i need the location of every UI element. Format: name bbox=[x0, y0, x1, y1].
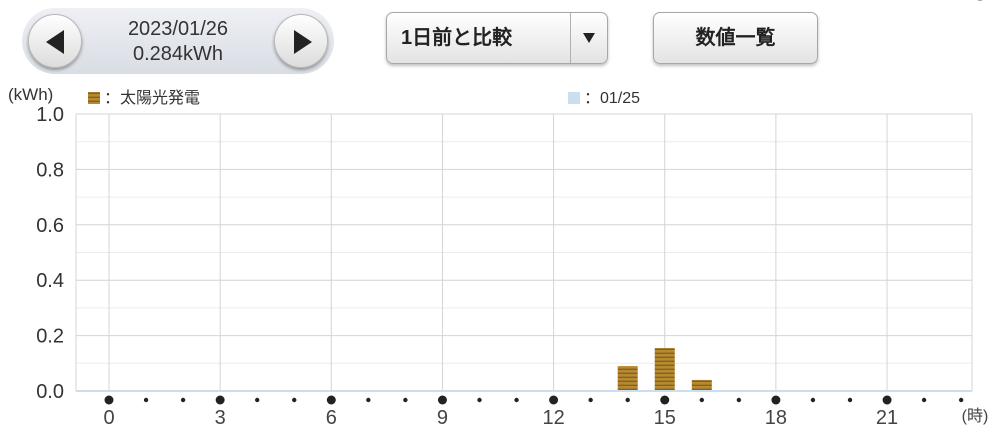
hourly-generation-chart: 0.0 0.2 0.4 0.6 0.8 1.0(kWh) 0 3 6 9 12 15 18 21 (時) ：… bbox=[8, 85, 988, 429]
bars-layer bbox=[76, 348, 972, 392]
x-tick-label: 15 bbox=[654, 407, 676, 429]
x-tick-label: 3 bbox=[215, 407, 226, 429]
y-tick-label: 0.8 bbox=[36, 159, 64, 181]
triangle-down-icon bbox=[583, 33, 595, 43]
hour-minor-dot bbox=[180, 397, 186, 403]
y-axis-label: (kWh) bbox=[8, 85, 53, 104]
daily-total: 0.284kWh bbox=[132, 43, 224, 65]
hour-minor-dot bbox=[292, 397, 297, 403]
hour-major-dot bbox=[215, 395, 225, 405]
hour-minor-dot bbox=[699, 397, 704, 403]
hour-major-dot bbox=[326, 395, 336, 405]
value-list-button[interactable]: 数値一覧 bbox=[653, 12, 818, 64]
hour-minor-dot bbox=[847, 397, 853, 403]
hour-major-dot bbox=[437, 395, 447, 405]
compare-select[interactable]: 1日前と比較 bbox=[386, 12, 608, 64]
y-tick-label: 0.4 bbox=[36, 270, 64, 292]
y-tick-label: 0.2 bbox=[36, 326, 64, 348]
hour-minor-dot bbox=[958, 397, 964, 403]
grid-layer bbox=[75, 113, 973, 392]
x-tick-label: 6 bbox=[326, 407, 337, 429]
date-summary: 2023/01/26 0.284kWh bbox=[88, 17, 268, 67]
hour-minor-dot bbox=[588, 397, 593, 403]
x-tick-label: 9 bbox=[437, 407, 448, 429]
current-date: 2023/01/26 bbox=[127, 18, 229, 40]
date-navigator: 2023/01/26 0.284kWh bbox=[22, 8, 334, 74]
triangle-right-icon bbox=[294, 30, 312, 54]
hour-minor-dot bbox=[403, 397, 408, 403]
legend-swatch-compare bbox=[568, 92, 580, 104]
x-tick-label: 21 bbox=[876, 407, 898, 429]
previous-day-button[interactable] bbox=[28, 14, 82, 68]
triangle-left-icon bbox=[46, 30, 64, 54]
hour-minor-dot bbox=[477, 397, 482, 403]
toolbar: 2023/01/26 0.284kWh 1日前と比較 数値一覧 bbox=[0, 0, 996, 82]
legend-swatch-solar bbox=[88, 92, 100, 104]
y-tick-label: 0.6 bbox=[36, 215, 64, 237]
hour-minor-dot bbox=[366, 397, 371, 403]
x-tick-label: 12 bbox=[542, 407, 564, 429]
hour-minor-dot bbox=[736, 397, 742, 403]
x-tick-label: 0 bbox=[103, 407, 114, 429]
y-tick-label: 1.0 bbox=[36, 104, 64, 126]
hour-minor-dot bbox=[625, 397, 630, 403]
hour-minor-dot bbox=[810, 397, 816, 403]
hour-minor-dot bbox=[514, 397, 519, 403]
bar-solar-hour-16 bbox=[691, 379, 712, 391]
hour-minor-dot bbox=[921, 397, 927, 403]
legend-label-compare: ：01/25 bbox=[584, 90, 640, 107]
partial-corner-mark bbox=[977, 0, 983, 1]
compare-select-value: 1日前と比較 bbox=[401, 27, 513, 49]
hour-minor-dot bbox=[255, 397, 260, 403]
hour-major-dot bbox=[882, 395, 892, 405]
legend: ：太陽光発電 ：01/25 bbox=[88, 89, 640, 107]
hour-major-dot bbox=[771, 395, 781, 405]
legend-label-solar: ：太陽光発電 bbox=[104, 89, 200, 107]
hour-major-dot bbox=[549, 395, 559, 405]
bar-solar-hour-14 bbox=[617, 366, 638, 391]
bar-solar-hour-15 bbox=[654, 348, 675, 391]
y-tick-label: 0.0 bbox=[36, 381, 64, 403]
axis-layer: 0.0 0.2 0.4 0.6 0.8 1.0(kWh) 0 3 6 9 12 15 18 21 (時) bbox=[8, 85, 988, 429]
hour-major-dot bbox=[104, 395, 114, 405]
x-axis-label: (時) bbox=[962, 407, 989, 425]
next-day-button[interactable] bbox=[274, 14, 328, 68]
hour-minor-dot bbox=[143, 397, 149, 403]
x-tick-label: 18 bbox=[765, 407, 787, 429]
hour-major-dot bbox=[660, 395, 670, 405]
